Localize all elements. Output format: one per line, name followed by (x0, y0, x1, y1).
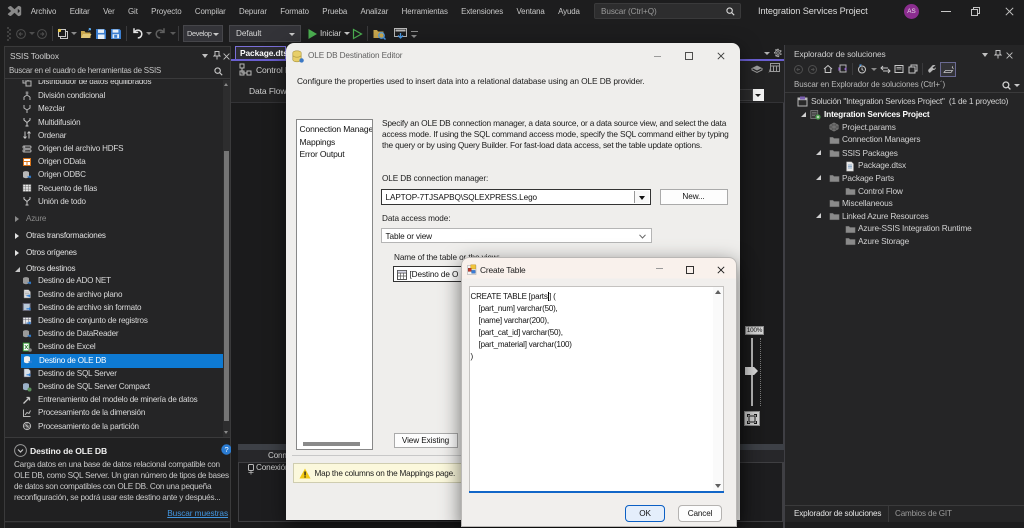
svg-text:?: ? (224, 445, 228, 454)
